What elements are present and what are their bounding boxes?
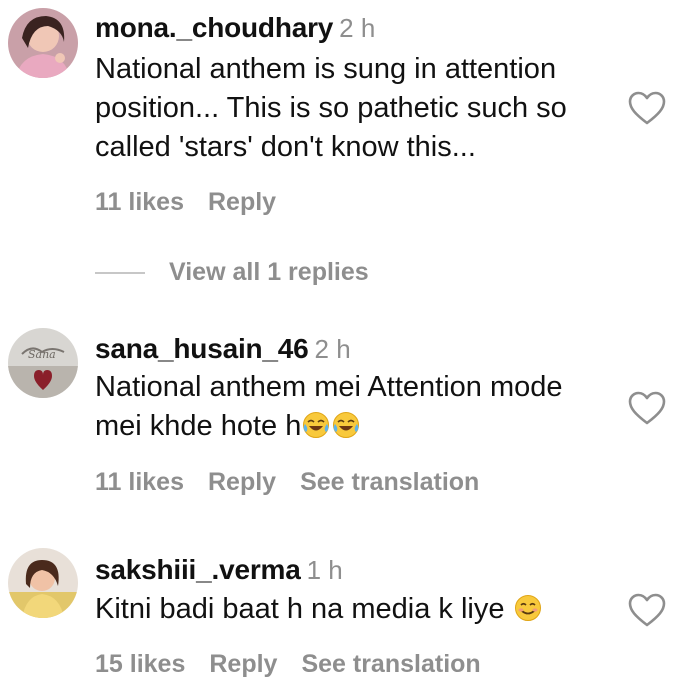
comment-actions: 11 likes Reply See translation: [95, 466, 503, 498]
tears-of-joy-emoji: [302, 411, 362, 450]
comment-text-line-with-emoji: mei khde hote h: [95, 407, 625, 450]
comment-text-line: Kitni badi baat h na media k liye: [95, 593, 505, 625]
reply-button[interactable]: Reply: [208, 468, 276, 496]
likes-count[interactable]: 11 likes: [95, 188, 184, 216]
comment-text: National anthem mei Attention mode mei k…: [95, 368, 625, 450]
comment-text-line: mei khde hote h: [95, 410, 302, 442]
comment-text-line: called 'stars' don't know this...: [95, 131, 476, 163]
comment-text-line-with-emoji: Kitni badi baat h na media k liye: [95, 590, 625, 633]
comment-text: Kitni badi baat h na media k liye: [95, 590, 625, 633]
view-replies-link[interactable]: View all 1 replies: [169, 258, 369, 286]
reply-button[interactable]: Reply: [208, 188, 276, 216]
comment-text-line: position... This is so pathetic such so: [95, 92, 567, 124]
heart-outline-icon[interactable]: [627, 592, 667, 628]
timestamp: 2 h: [339, 13, 376, 43]
username[interactable]: sakshiii_.verma: [95, 554, 301, 585]
heart-outline-icon[interactable]: [627, 390, 667, 426]
comment-meta: sakshiii_.verma 1 h: [95, 554, 343, 591]
smiling-face-emoji: [514, 594, 544, 633]
replies-divider: [95, 271, 145, 274]
comment-text-line: National anthem is sung in attention: [95, 53, 557, 85]
comment-text-line: National anthem mei Attention mode: [95, 371, 563, 403]
see-translation-button[interactable]: See translation: [301, 650, 480, 678]
timestamp: 1 h: [306, 555, 343, 585]
timestamp: 2 h: [314, 334, 351, 364]
username[interactable]: sana_husain_46: [95, 333, 309, 364]
likes-count[interactable]: 15 likes: [95, 650, 185, 678]
comment-actions: 15 likes Reply See translation: [95, 648, 505, 680]
likes-count[interactable]: 11 likes: [95, 468, 184, 496]
avatar-sakshi[interactable]: [8, 548, 78, 618]
see-translation-button[interactable]: See translation: [300, 468, 479, 496]
username[interactable]: mona._choudhary: [95, 12, 333, 43]
avatar-sana[interactable]: Sana: [8, 328, 78, 398]
comment-meta: sana_husain_46 2 h: [95, 333, 351, 370]
view-replies[interactable]: View all 1 replies: [95, 258, 369, 290]
avatar-mona[interactable]: [8, 8, 78, 78]
reply-button[interactable]: Reply: [209, 650, 277, 678]
comment-text: National anthem is sung in attention pos…: [95, 50, 625, 167]
svg-text:Sana: Sana: [28, 348, 56, 361]
comment-actions: 11 likes Reply: [95, 186, 300, 218]
comment-meta: mona._choudhary 2 h: [95, 12, 375, 49]
heart-outline-icon[interactable]: [627, 90, 667, 126]
